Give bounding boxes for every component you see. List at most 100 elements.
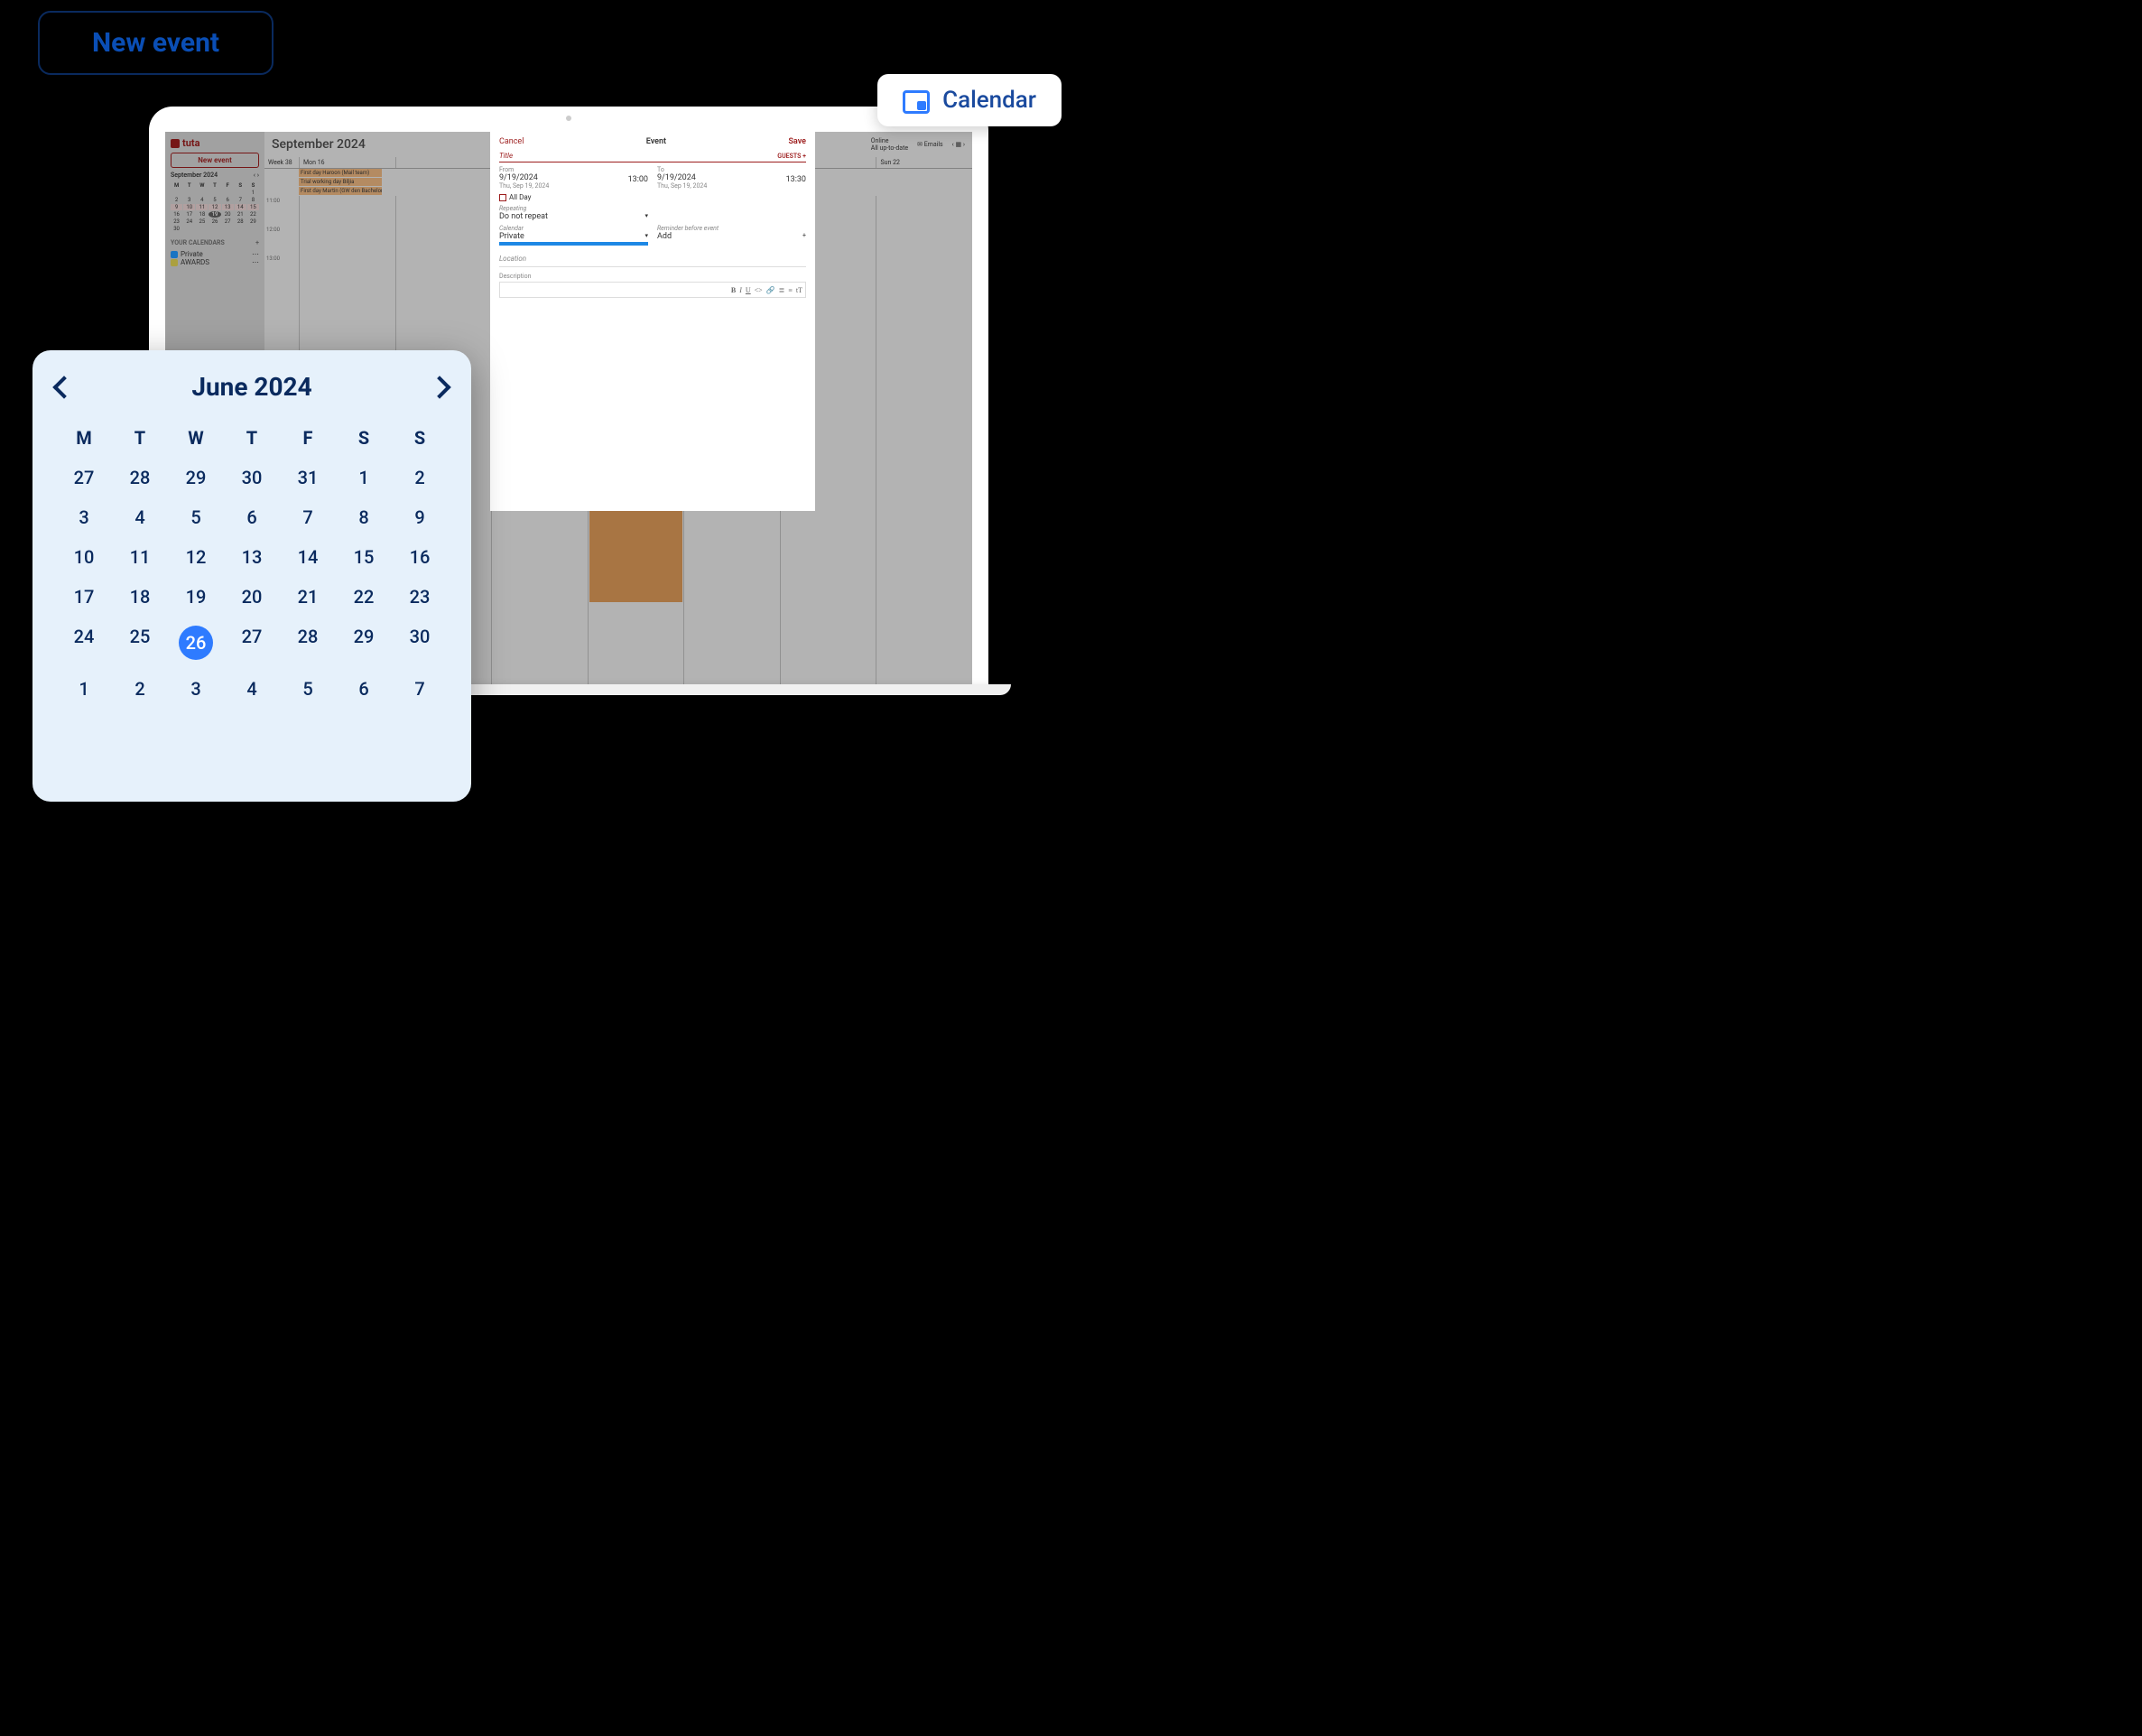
month-day[interactable]: 11	[130, 546, 151, 568]
mini-cal-day[interactable]: 16	[171, 211, 182, 218]
mini-cal-day[interactable]	[235, 190, 246, 196]
month-day[interactable]: 1	[358, 467, 368, 488]
mini-cal-next-icon[interactable]: ›	[257, 172, 259, 179]
calendar-list-item[interactable]: Private⋯	[171, 250, 259, 258]
mini-cal-day[interactable]: 10	[183, 204, 195, 210]
month-day[interactable]: 2	[134, 678, 144, 700]
month-day[interactable]: 4	[246, 678, 256, 700]
mini-cal-day[interactable]	[235, 226, 246, 232]
mini-cal-day[interactable]	[209, 226, 220, 232]
month-day[interactable]: 30	[410, 626, 431, 647]
cancel-button[interactable]: Cancel	[499, 137, 524, 146]
underline-button[interactable]: U	[746, 286, 751, 294]
month-day[interactable]: 15	[354, 546, 375, 568]
mini-cal-day[interactable]	[196, 190, 208, 196]
add-calendar-icon[interactable]: +	[255, 239, 259, 246]
month-day[interactable]: 3	[79, 506, 88, 528]
all-day-checkbox[interactable]: All Day	[499, 193, 806, 201]
link-button[interactable]: 🔗	[766, 286, 775, 294]
mini-cal-day[interactable]: 23	[171, 218, 182, 225]
month-day[interactable]: 6	[246, 506, 256, 528]
month-day[interactable]: 28	[298, 626, 319, 647]
save-button[interactable]: Save	[788, 137, 806, 146]
month-day[interactable]: 21	[298, 586, 319, 608]
calendar-list-item[interactable]: AWARDS⋯	[171, 258, 259, 266]
month-day[interactable]: 4	[134, 506, 144, 528]
reminder-select[interactable]: Reminder before event Add+	[657, 225, 806, 246]
month-day[interactable]: 24	[74, 626, 95, 647]
month-day[interactable]: 29	[354, 626, 375, 647]
allday-event[interactable]: First day Martin (GW den Bachelor st...	[299, 187, 382, 195]
italic-button[interactable]: I	[739, 286, 742, 294]
calendar-more-icon[interactable]: ⋯	[252, 250, 259, 258]
mini-cal-day[interactable]: 19	[209, 211, 220, 218]
title-input[interactable]: Title GUESTS +	[499, 152, 806, 162]
mini-cal-day[interactable]	[222, 226, 234, 232]
view-toggle-icon[interactable]: ▦	[956, 141, 962, 148]
month-day[interactable]: 27	[242, 626, 263, 647]
new-event-button[interactable]: New event	[171, 153, 259, 168]
prev-week-icon[interactable]: ‹	[952, 141, 954, 148]
mini-cal-day[interactable]: 21	[235, 211, 246, 218]
text-format-button[interactable]: tT	[796, 286, 802, 294]
calendar-select[interactable]: Calendar Private▾	[499, 225, 648, 246]
month-day[interactable]: 8	[358, 506, 368, 528]
to-date-field[interactable]: To 9/19/2024 Thu, Sep 19, 2024	[657, 166, 761, 190]
month-day[interactable]: 1	[79, 678, 88, 700]
month-day[interactable]: 5	[302, 678, 312, 700]
mini-cal-day[interactable]: 24	[183, 218, 195, 225]
location-input[interactable]: Location	[499, 255, 806, 267]
bold-button[interactable]: B	[731, 286, 736, 294]
month-day[interactable]: 10	[74, 546, 95, 568]
prev-month-button[interactable]	[52, 376, 75, 398]
next-month-button[interactable]	[428, 376, 450, 398]
mini-cal-day[interactable]: 14	[235, 204, 246, 210]
month-day[interactable]: 28	[130, 467, 151, 488]
month-day[interactable]: 22	[354, 586, 375, 608]
month-day[interactable]: 18	[130, 586, 151, 608]
month-day[interactable]: 7	[302, 506, 312, 528]
month-day[interactable]: 31	[298, 467, 319, 488]
month-day[interactable]: 2	[414, 467, 424, 488]
mini-cal-day[interactable]: 8	[247, 197, 259, 203]
month-day[interactable]: 19	[186, 586, 207, 608]
mini-cal-day[interactable]: 29	[247, 218, 259, 225]
mini-cal-day[interactable]: 25	[196, 218, 208, 225]
allday-event[interactable]: First day Haroon (Mail team)	[299, 169, 382, 177]
mini-cal-day[interactable]: 5	[209, 197, 220, 203]
month-day[interactable]: 23	[410, 586, 431, 608]
month-day[interactable]: 30	[242, 467, 263, 488]
month-day[interactable]: 7	[414, 678, 424, 700]
ul-button[interactable]: ≡	[788, 286, 793, 294]
mini-cal-day[interactable]: 26	[209, 218, 220, 225]
mini-cal-day[interactable]: 28	[235, 218, 246, 225]
mini-cal-day[interactable]: 9	[171, 204, 182, 210]
to-time-field[interactable]: 13:30	[770, 166, 806, 190]
mini-cal-day[interactable]: 3	[183, 197, 195, 203]
mini-cal-day[interactable]: 20	[222, 211, 234, 218]
mini-cal-day[interactable]	[183, 190, 195, 196]
mini-cal-day[interactable]	[183, 226, 195, 232]
mini-cal-day[interactable]: 1	[247, 190, 259, 196]
new-event-chip[interactable]: New event	[38, 11, 274, 75]
mini-cal-day[interactable]: 12	[209, 204, 220, 210]
month-day[interactable]: 13	[242, 546, 263, 568]
mini-cal-day[interactable]: 30	[171, 226, 182, 232]
mini-cal-day[interactable]: 13	[222, 204, 234, 210]
mini-cal-day[interactable]: 17	[183, 211, 195, 218]
mini-cal-day[interactable]: 27	[222, 218, 234, 225]
month-day[interactable]: 17	[74, 586, 95, 608]
code-button[interactable]: <>	[755, 286, 763, 294]
mini-cal-day[interactable]: 18	[196, 211, 208, 218]
mini-cal-day[interactable]: 6	[222, 197, 234, 203]
month-day[interactable]: 14	[298, 546, 319, 568]
from-date-field[interactable]: From 9/19/2024 Thu, Sep 19, 2024	[499, 166, 603, 190]
next-week-icon[interactable]: ›	[963, 141, 965, 148]
mini-cal-day[interactable]	[196, 226, 208, 232]
month-day[interactable]: 25	[130, 626, 151, 647]
allday-event[interactable]: Trial working day Biljia	[299, 178, 382, 186]
month-day[interactable]: 12	[186, 546, 207, 568]
mini-cal-day[interactable]	[247, 226, 259, 232]
month-day[interactable]: 9	[414, 506, 424, 528]
month-day[interactable]: 6	[358, 678, 368, 700]
